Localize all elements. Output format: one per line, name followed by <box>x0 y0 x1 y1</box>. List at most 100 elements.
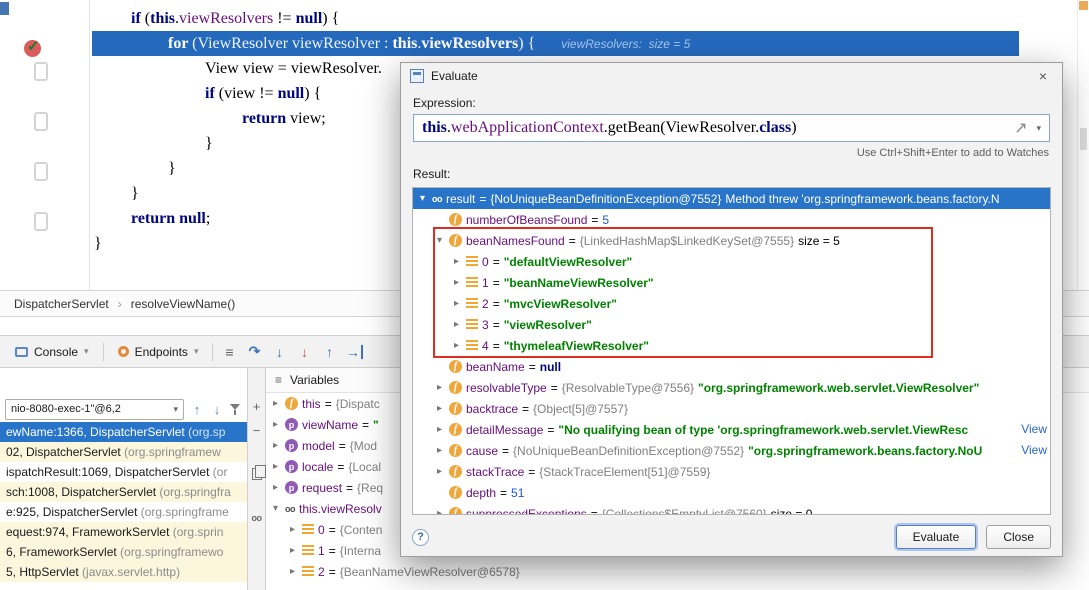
breakpoint-icon[interactable] <box>24 40 41 57</box>
tab-console[interactable]: Console ▾ <box>6 336 98 367</box>
next-frame-icon[interactable]: ↓ <box>210 402 224 417</box>
show-watches-icon[interactable]: oo <box>252 510 262 526</box>
code-line[interactable]: if (this.viewResolvers != null) { <box>92 6 1019 31</box>
text-segment: Method threw 'org.springframework.beans.… <box>725 192 999 206</box>
stack-frame-row[interactable]: ispatchResult:1069, DispatcherServlet (o… <box>0 462 247 482</box>
array-icon <box>466 340 478 351</box>
view-link[interactable]: View <box>1011 440 1047 461</box>
result-tree-row[interactable]: ▾fbeanNamesFound = {LinkedHashMap$Linked… <box>413 230 1050 251</box>
filter-frames-icon[interactable] <box>230 403 242 416</box>
dialog-title-bar[interactable]: Evaluate × <box>401 63 1062 89</box>
stack-frame-row[interactable]: 6, FrameworkServlet (org.springframewo <box>0 542 247 562</box>
menu-icon[interactable]: ≡ <box>275 373 282 387</box>
breadcrumb-item-method[interactable]: resolveViewName() <box>131 297 235 311</box>
breadcrumb-item-class[interactable]: DispatcherServlet <box>14 297 109 311</box>
step-out-icon[interactable]: ↑ <box>318 341 340 363</box>
chevron-right-icon[interactable]: ▸ <box>434 466 445 477</box>
variable-row[interactable]: ▸2 = {BeanNameViewResolver@6578} <box>266 561 1089 582</box>
gutter-mark-icon[interactable] <box>34 62 48 81</box>
step-into-icon[interactable]: ↓ <box>268 341 290 363</box>
stack-frame-row[interactable]: sch:1008, DispatcherServlet (org.springf… <box>0 482 247 502</box>
chevron-right-icon[interactable]: ▸ <box>434 382 445 393</box>
stack-frame-row[interactable]: equest:974, FrameworkServlet (org.sprin <box>0 522 247 542</box>
field-icon: f <box>449 234 462 247</box>
result-tree-row[interactable]: ▸3 = "viewResolver" <box>413 314 1050 335</box>
code-line[interactable]: for (ViewResolver viewResolver : this.vi… <box>92 31 1019 56</box>
stack-frame-row[interactable]: 5, HttpServlet (javax.servlet.http) <box>0 562 247 582</box>
chevron-right-icon[interactable]: ▸ <box>270 398 281 409</box>
gutter-mark-icon[interactable] <box>34 212 48 231</box>
chevron-right-icon[interactable]: ▸ <box>451 256 462 267</box>
gutter-mark-icon[interactable] <box>34 162 48 181</box>
chevron-down-icon[interactable]: ▾ <box>434 235 445 246</box>
close-icon[interactable]: × <box>1033 68 1053 84</box>
result-tree-row[interactable]: ▸1 = "beanNameViewResolver" <box>413 272 1050 293</box>
evaluate-button[interactable]: Evaluate <box>896 525 977 549</box>
scrollbar-thumb[interactable] <box>1080 128 1087 150</box>
chevron-right-icon[interactable]: ▸ <box>270 440 281 451</box>
chevron-down-icon[interactable]: ▾ <box>417 193 428 204</box>
chevron-right-icon[interactable]: ▸ <box>287 524 298 535</box>
editor-scrollbar-stripe[interactable] <box>1077 0 1089 290</box>
text-segment: 1 <box>482 276 489 290</box>
step-over-icon[interactable]: ↷ <box>243 341 265 363</box>
run-to-cursor-icon[interactable]: → <box>343 341 365 363</box>
chevron-right-icon[interactable]: ▸ <box>270 482 281 493</box>
result-tree-row[interactable]: ▸fstackTrace = {StackTraceElement[51]@75… <box>413 461 1050 482</box>
result-tree-row[interactable]: fbeanName = null <box>413 356 1050 377</box>
chevron-down-icon[interactable]: ▾ <box>194 346 199 357</box>
field-icon: f <box>449 444 462 457</box>
chevron-right-icon[interactable]: ▸ <box>451 340 462 351</box>
thread-selector[interactable]: nio-8080-exec-1"@6,2 ▾ <box>5 399 184 420</box>
field-icon: f <box>449 423 462 436</box>
chevron-right-icon[interactable]: ▸ <box>287 566 298 577</box>
chevron-right-icon[interactable]: ▸ <box>270 419 281 430</box>
chevron-right-icon[interactable]: ▸ <box>451 277 462 288</box>
tab-endpoints[interactable]: Endpoints ▾ <box>109 336 208 367</box>
prev-frame-icon[interactable]: ↑ <box>190 402 204 417</box>
text-segment: this <box>422 119 447 136</box>
result-tree-row[interactable]: ▾ooresult = {NoUniqueBeanDefinitionExcep… <box>413 188 1050 209</box>
result-tree-row[interactable]: fdepth = 51 <box>413 482 1050 503</box>
view-link[interactable]: View <box>1011 419 1047 440</box>
result-tree-row[interactable]: ▸fcause = {NoUniqueBeanDefinitionExcepti… <box>413 440 1050 461</box>
remove-watch-icon[interactable]: − <box>253 422 261 438</box>
result-tree-row[interactable]: ▸0 = "defaultViewResolver" <box>413 251 1050 272</box>
close-button[interactable]: Close <box>986 525 1051 549</box>
result-tree-row[interactable]: ▸fsuppressedExceptions = {Collections$Em… <box>413 503 1050 515</box>
result-tree-row[interactable]: ▸4 = "thymeleafViewResolver" <box>413 335 1050 356</box>
chevron-right-icon[interactable]: ▸ <box>287 545 298 556</box>
text-segment: null <box>179 210 206 227</box>
result-tree-row[interactable]: ▸2 = "mvcViewResolver" <box>413 293 1050 314</box>
chevron-right-icon[interactable]: ▸ <box>434 403 445 414</box>
result-tree-row[interactable]: fnumberOfBeansFound = 5 <box>413 209 1050 230</box>
copy-icon[interactable] <box>252 466 262 482</box>
expression-input[interactable]: this.webApplicationContext.getBean(ViewR… <box>413 114 1050 142</box>
text-segment: size = 5 <box>798 234 840 248</box>
stack-frame-row[interactable]: e:925, DispatcherServlet (org.springfram… <box>0 502 247 522</box>
expand-editor-icon[interactable]: ↗ <box>1014 118 1027 138</box>
error-stripe-mark[interactable] <box>1079 1 1088 10</box>
help-icon[interactable]: ? <box>412 529 429 546</box>
chevron-down-icon[interactable]: ▾ <box>1036 123 1041 134</box>
chevron-right-icon[interactable]: ▸ <box>270 461 281 472</box>
chevron-right-icon[interactable]: ▸ <box>434 424 445 435</box>
gutter-mark-icon[interactable] <box>34 112 48 131</box>
stack-frame-row[interactable]: 02, DispatcherServlet (org.springframew <box>0 442 247 462</box>
result-tree-row[interactable]: ▸fdetailMessage = "No qualifying bean of… <box>413 419 1050 440</box>
field-icon: f <box>449 213 462 226</box>
chevron-right-icon[interactable]: ▸ <box>434 508 445 515</box>
result-tree-row[interactable]: ▸fbacktrace = {Object[5]@7557} <box>413 398 1050 419</box>
add-watch-icon[interactable]: + <box>253 398 261 414</box>
text-segment: {Mod <box>350 439 377 453</box>
chevron-right-icon[interactable]: ▸ <box>434 445 445 456</box>
settings-menu-icon[interactable]: ≡ <box>218 341 240 363</box>
chevron-down-icon[interactable]: ▾ <box>270 503 281 514</box>
result-tree-row[interactable]: ▸fresolvableType = {ResolvableType@7556}… <box>413 377 1050 398</box>
text-segment: = <box>329 565 336 579</box>
chevron-right-icon[interactable]: ▸ <box>451 319 462 330</box>
chevron-down-icon[interactable]: ▾ <box>84 346 89 357</box>
stack-frame-row[interactable]: ewName:1366, DispatcherServlet (org.sp <box>0 422 247 442</box>
chevron-right-icon[interactable]: ▸ <box>451 298 462 309</box>
force-step-into-icon[interactable]: ↓ <box>293 341 315 363</box>
